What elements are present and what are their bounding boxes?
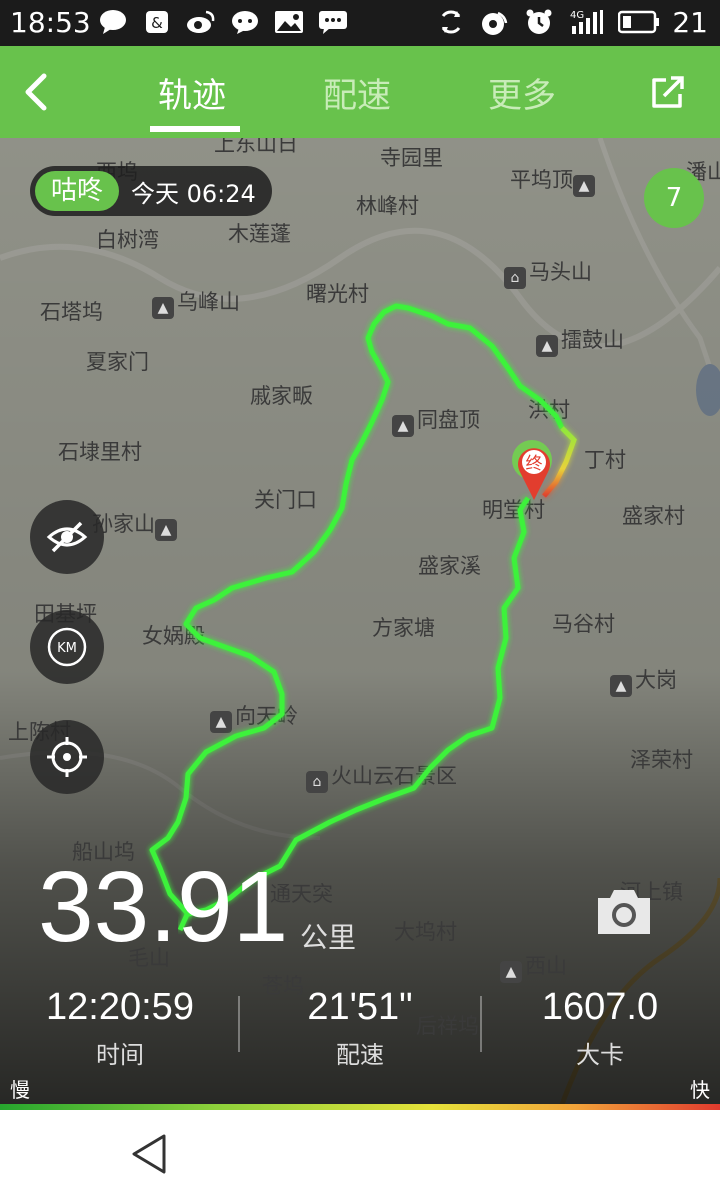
pace-stat: 21'51" 配速	[240, 986, 480, 1070]
pace-value: 21'51"	[307, 986, 413, 1028]
notification-icons: &	[98, 8, 348, 36]
calories-label: 大卡	[576, 1041, 624, 1069]
chat-icon	[230, 8, 260, 36]
back-button[interactable]	[18, 68, 58, 116]
active-tab-indicator	[150, 126, 240, 132]
tab-pace[interactable]: 配速	[323, 68, 391, 117]
tab-more[interactable]: 更多	[488, 68, 556, 117]
signal-4g-icon: 4G	[568, 8, 604, 36]
user-date-pill: 咕咚 今天 06:24	[30, 166, 272, 216]
share-button[interactable]	[650, 74, 686, 110]
crosshair-icon	[47, 737, 87, 777]
duration-value: 12:20:59	[46, 986, 194, 1028]
km-markers-button[interactable]: KM	[30, 610, 104, 684]
pace-label: 配速	[336, 1041, 384, 1069]
route-map[interactable]: 上东山日 寺园里 平坞顶▲ 潘山 西坞 白树湾 木莲蓬 林峰村 ⌂马头山 石塔坞…	[0, 138, 720, 1110]
duration-stat: 12:20:59 时间	[0, 986, 240, 1070]
nav-back-button[interactable]	[130, 1132, 170, 1176]
user-name: 咕咚	[35, 171, 120, 211]
cluster-badge[interactable]: 7	[644, 168, 704, 228]
km-icon: KM	[47, 627, 87, 667]
system-icons: 4G	[436, 8, 660, 36]
end-marker[interactable]: 终	[510, 438, 558, 502]
sms-icon	[318, 8, 348, 36]
end-marker-label: 终	[526, 454, 543, 474]
network-label: 4G	[570, 10, 584, 21]
calories-value: 1607.0	[541, 986, 659, 1028]
image-icon	[274, 8, 304, 36]
battery-icon	[618, 8, 660, 36]
wifi-icon	[480, 8, 510, 36]
status-bar: 18:53 & 4G 21	[0, 0, 720, 46]
weibo-icon	[186, 8, 216, 36]
triangle-back-icon	[132, 1134, 166, 1174]
eye-off-icon	[46, 521, 88, 553]
top-bar: 轨迹 配速 更多	[0, 46, 720, 138]
svg-text:KM: KM	[57, 641, 77, 656]
locate-button[interactable]	[30, 720, 104, 794]
svg-text:&: &	[151, 14, 163, 32]
shopping-bag-icon: &	[142, 8, 172, 36]
share-icon	[652, 76, 684, 108]
battery-level: 21	[672, 6, 708, 39]
fast-label: 快	[690, 1078, 710, 1102]
system-nav-bar	[0, 1110, 720, 1200]
slow-label: 慢	[10, 1078, 30, 1102]
activity-date: 今天 06:24	[131, 179, 256, 208]
camera-icon	[598, 890, 650, 934]
alarm-icon	[524, 8, 554, 36]
camera-button[interactable]	[594, 886, 654, 938]
distance-unit: 公里	[300, 921, 357, 954]
hide-route-button[interactable]	[30, 500, 104, 574]
status-time: 18:53	[10, 6, 91, 39]
sync-icon	[436, 8, 466, 36]
message-icon	[98, 8, 128, 36]
tab-track[interactable]: 轨迹	[158, 68, 226, 117]
calories-stat: 1607.0 大卡	[480, 986, 720, 1070]
duration-label: 时间	[96, 1041, 144, 1069]
chevron-left-icon	[25, 73, 47, 111]
distance-value: 33.91	[38, 851, 289, 963]
